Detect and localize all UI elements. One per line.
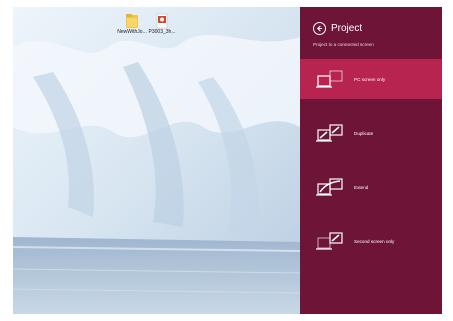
option-pc-screen-only[interactable]: PC screen only (300, 59, 442, 99)
back-icon[interactable] (313, 21, 326, 35)
duplicate-icon (316, 124, 343, 142)
panel-subtitle: Project to a connected screen (313, 42, 374, 47)
option-label: Extend (354, 184, 369, 190)
option-second-screen-only[interactable]: Second screen only (300, 221, 442, 261)
option-label: PC screen only (354, 76, 386, 82)
desktop-icon-label: P3003_3h... (148, 29, 176, 35)
option-label: Duplicate (354, 130, 374, 136)
panel-title: Project (331, 22, 363, 34)
glacier-wallpaper (13, 7, 300, 314)
desktop-icon-document[interactable]: P3003_3h... (144, 13, 180, 36)
desktop-icon-label: NewWithJo... (117, 29, 147, 35)
extend-icon (316, 178, 343, 196)
option-duplicate[interactable]: Duplicate (300, 113, 442, 153)
option-label: Second screen only (354, 238, 395, 244)
option-extend[interactable]: Extend (300, 167, 442, 207)
document-icon (156, 13, 168, 29)
desktop-wallpaper: NewWithJo... P3003_3h... (13, 7, 300, 314)
pc-screen-only-icon (316, 70, 343, 88)
panel-header: Project (313, 21, 362, 35)
folder-icon (126, 14, 138, 28)
screen: NewWithJo... P3003_3h... Project Project… (13, 7, 442, 314)
project-panel: Project Project to a connected screen PC… (300, 7, 442, 314)
second-screen-only-icon (316, 232, 343, 250)
